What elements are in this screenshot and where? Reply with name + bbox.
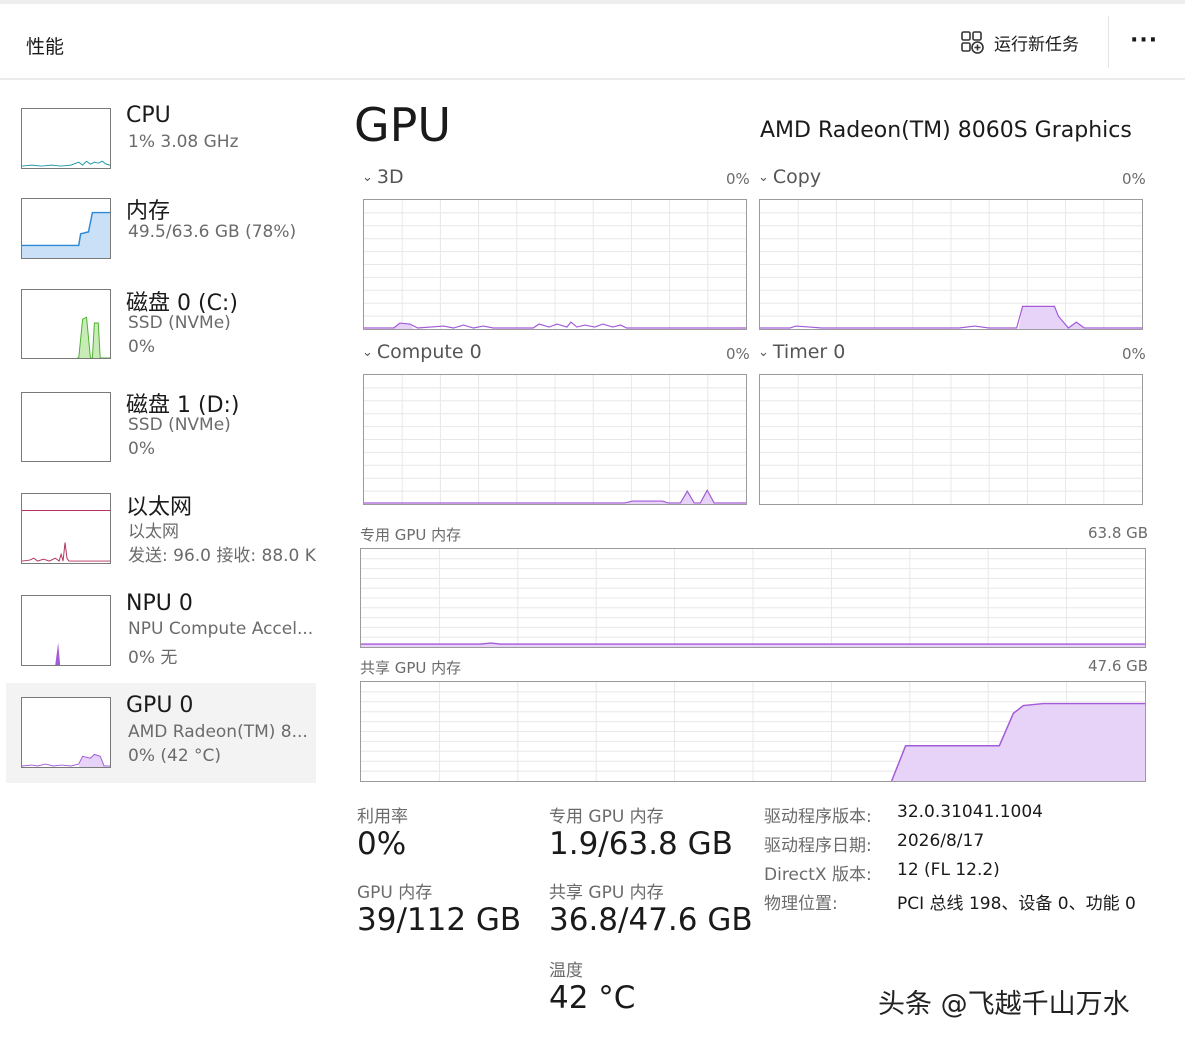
shared-gpu-memory-value: 36.8/47.6 GB: [549, 902, 753, 938]
disk-0-thumbnail-graph: [21, 289, 111, 359]
chevron-down-icon: ⌄: [758, 344, 769, 360]
graph-grid: [760, 200, 1142, 329]
header-divider: [1108, 16, 1109, 68]
chevron-down-icon: ⌄: [362, 169, 373, 185]
shared-gpu-memory-label: 共享 GPU 内存: [549, 883, 664, 903]
shared-memory-max: 47.6 GB: [1088, 657, 1149, 675]
gpu-memory-value: 39/112 GB: [357, 902, 522, 938]
sidebar-item-usage: 0%: [128, 439, 155, 459]
sidebar-item-ethernet[interactable]: 以太网 以太网 发送: 96.0 接收: 88.0 K: [6, 487, 316, 587]
engine-label: Timer 0: [772, 341, 846, 363]
engine-label: 3D: [376, 166, 404, 188]
sidebar-item-detail: 以太网: [128, 522, 179, 542]
utilization-label: 利用率: [357, 807, 408, 827]
temperature-label: 温度: [549, 961, 583, 981]
sidebar-item-detail: 49.5/63.6 GB (78%): [128, 222, 297, 242]
graph-compute-0: [363, 374, 747, 505]
sidebar-item-gpu[interactable]: GPU 0 AMD Radeon(TM) 8... 0% (42 °C): [6, 683, 316, 783]
dedicated-gpu-memory-value: 1.9/63.8 GB: [549, 826, 733, 862]
graph-grid: [364, 375, 746, 504]
graph-dedicated-memory: [360, 548, 1146, 648]
ethernet-thumbnail-graph: [21, 493, 111, 564]
graph-copy: [759, 199, 1143, 330]
engine-selector-compute-0[interactable]: ⌄ Compute 0: [362, 341, 482, 363]
sidebar-item-memory[interactable]: 内存 49.5/63.6 GB (78%): [6, 192, 316, 292]
watermark-text: 头条 @飞越千山万水: [878, 989, 1130, 1020]
sidebar-item-detail: NPU Compute Accel...: [128, 619, 314, 639]
sidebar-item-disk-0[interactable]: 磁盘 0 (C:) SSD (NVMe) 0%: [6, 283, 316, 383]
npu-thumbnail-graph: [21, 595, 111, 666]
run-new-task-label: 运行新任务: [994, 34, 1079, 55]
driver-date-label: 驱动程序日期:: [764, 836, 872, 856]
dedicated-gpu-memory-label: 专用 GPU 内存: [549, 807, 664, 827]
run-new-task-button[interactable]: 运行新任务: [960, 24, 1079, 60]
page-title: 性能: [26, 36, 65, 58]
sidebar-item-npu[interactable]: NPU 0 NPU Compute Accel... 0% 无: [6, 589, 316, 689]
graph-shared-memory: [360, 681, 1146, 782]
engine-percent: 0%: [726, 345, 750, 363]
physical-location-label: 物理位置:: [764, 894, 838, 914]
sidebar-item-disk-1[interactable]: 磁盘 1 (D:) SSD (NVMe) 0%: [6, 385, 316, 485]
engine-label: Compute 0: [376, 341, 482, 363]
driver-version-value: 32.0.31041.1004: [897, 802, 1044, 822]
engine-percent: 0%: [1122, 345, 1146, 363]
temperature-value: 42 °C: [549, 980, 636, 1016]
chevron-down-icon: ⌄: [758, 169, 769, 185]
sidebar-item-detail: SSD (NVMe): [128, 313, 231, 333]
graph-grid: [361, 549, 1145, 647]
sidebar-item-usage: 0% 无: [128, 648, 178, 668]
sidebar-item-usage: 发送: 96.0 接收: 88.0 K: [128, 546, 316, 566]
shared-memory-label: 共享 GPU 内存: [360, 659, 462, 677]
sidebar-item-detail: AMD Radeon(TM) 8...: [128, 722, 308, 742]
sidebar-item-name: CPU: [126, 103, 171, 128]
driver-version-label: 驱动程序版本:: [764, 807, 872, 827]
chevron-down-icon: ⌄: [362, 344, 373, 360]
driver-date-value: 2026/8/17: [897, 831, 985, 851]
dedicated-memory-label: 专用 GPU 内存: [360, 526, 462, 544]
sidebar-item-usage: 0%: [128, 337, 155, 357]
sidebar-item-name: NPU 0: [126, 591, 193, 616]
sidebar-item-name: 内存: [126, 199, 171, 224]
sidebar-item-detail: 1% 3.08 GHz: [128, 132, 239, 152]
engine-selector-timer-0[interactable]: ⌄ Timer 0: [758, 341, 845, 363]
graph-grid: [364, 200, 746, 329]
utilization-value: 0%: [357, 826, 407, 862]
physical-location-value: PCI 总线 198、设备 0、功能 0: [897, 894, 1136, 914]
gpu-heading: GPU: [354, 98, 452, 152]
graph-timer-0: [759, 374, 1143, 505]
memory-thumbnail-graph: [21, 198, 111, 259]
gpu-thumbnail-graph: [21, 697, 111, 768]
gpu-model-name: AMD Radeon(TM) 8060S Graphics: [760, 118, 1132, 143]
sidebar-item-name: GPU 0: [126, 693, 194, 718]
dedicated-memory-max: 63.8 GB: [1088, 524, 1149, 542]
more-options-button[interactable]: ···: [1130, 28, 1158, 53]
engine-selector-copy[interactable]: ⌄ Copy: [758, 166, 821, 188]
cpu-thumbnail-graph: [21, 108, 111, 169]
sidebar-item-usage: 0% (42 °C): [128, 746, 222, 766]
new-task-icon: [960, 30, 984, 54]
engine-percent: 0%: [726, 170, 750, 188]
gpu-memory-label: GPU 内存: [357, 883, 433, 903]
engine-percent: 0%: [1122, 170, 1146, 188]
engine-label: Copy: [772, 166, 822, 188]
directx-version-label: DirectX 版本:: [764, 865, 872, 885]
engine-selector-3d[interactable]: ⌄ 3D: [362, 166, 404, 188]
directx-version-value: 12 (FL 12.2): [897, 860, 1000, 880]
graph-grid: [760, 375, 1142, 504]
graph-3d: [363, 199, 747, 330]
disk-1-thumbnail-graph: [21, 392, 111, 462]
sidebar-item-detail: SSD (NVMe): [128, 415, 231, 435]
sidebar-item-cpu[interactable]: CPU 1% 3.08 GHz: [6, 102, 316, 202]
